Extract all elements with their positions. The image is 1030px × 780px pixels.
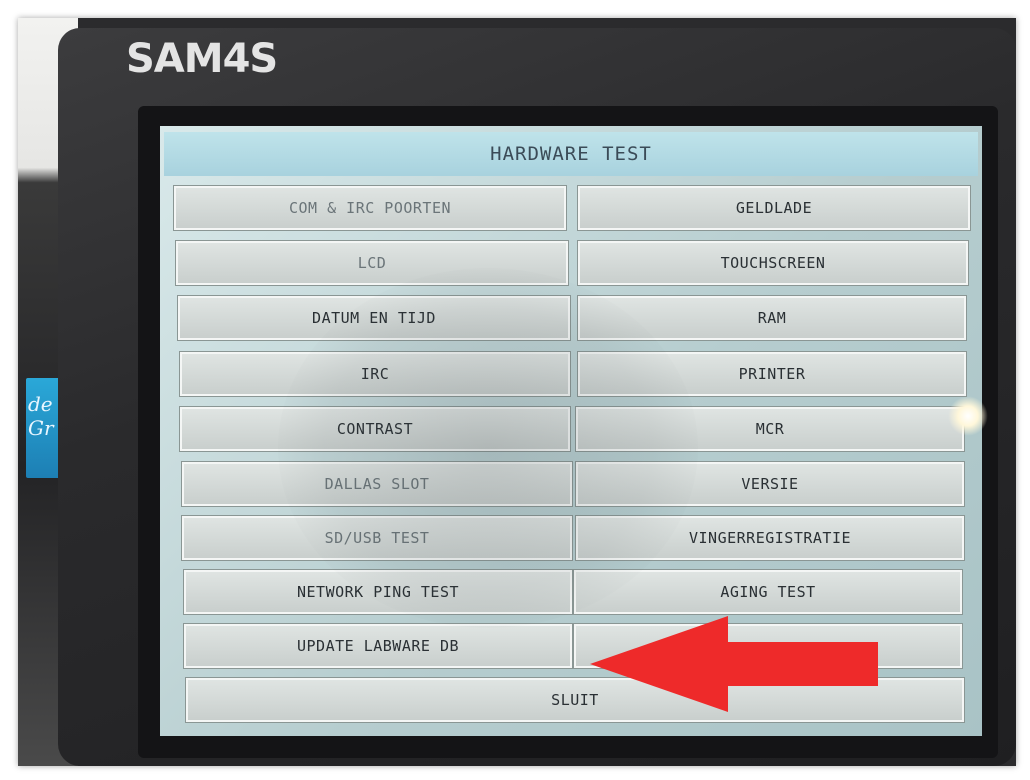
- irc-button[interactable]: IRC: [179, 351, 571, 397]
- contrast-button[interactable]: CONTRAST: [179, 406, 571, 452]
- red-arrow-annotation: [590, 616, 878, 712]
- touchscreen-button[interactable]: TOUCHSCREEN: [577, 240, 969, 286]
- lcd-button[interactable]: LCD: [175, 240, 569, 286]
- versie-button[interactable]: VERSIE: [575, 461, 965, 507]
- datum-en-tijd-button[interactable]: DATUM EN TIJD: [177, 295, 571, 341]
- geldlade-button[interactable]: GELDLADE: [577, 185, 971, 231]
- dallas-slot-button[interactable]: DALLAS SLOT: [181, 461, 573, 507]
- photo: de Gr SAM4S HARDWARE TEST COM & IRC POOR…: [18, 18, 1016, 766]
- update-labware-db-button[interactable]: UPDATE LABWARE DB: [183, 623, 573, 669]
- sd-usb-test-button[interactable]: SD/USB TEST: [181, 515, 573, 561]
- network-ping-test-button[interactable]: NETWORK PING TEST: [183, 569, 573, 615]
- com-irc-poorten-button[interactable]: COM & IRC POORTEN: [173, 185, 567, 231]
- light-glare: [948, 396, 988, 436]
- vingerregistratie-button[interactable]: VINGERREGISTRATIE: [575, 515, 965, 561]
- aging-test-button[interactable]: AGING TEST: [573, 569, 963, 615]
- arrow-shape: [590, 616, 878, 712]
- ram-button[interactable]: RAM: [577, 295, 967, 341]
- brand-logo: SAM4S: [126, 36, 278, 82]
- printer-button[interactable]: PRINTER: [577, 351, 967, 397]
- mcr-button[interactable]: MCR: [575, 406, 965, 452]
- screen-title: HARDWARE TEST: [164, 132, 978, 176]
